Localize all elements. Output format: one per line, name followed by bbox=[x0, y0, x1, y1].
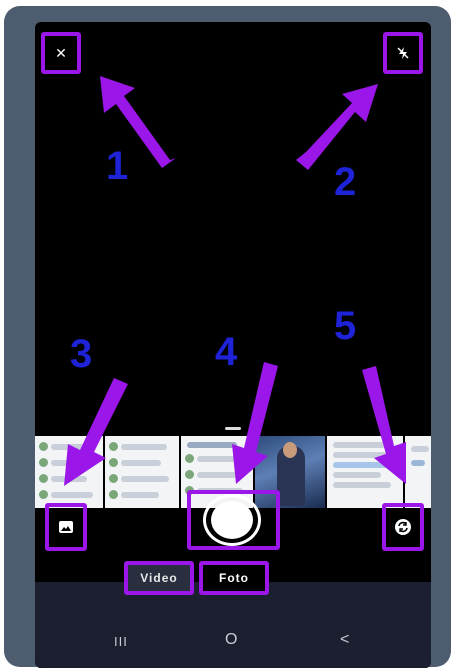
photo-thumbnail[interactable] bbox=[405, 436, 431, 508]
gallery-drag-handle[interactable] bbox=[225, 427, 241, 430]
switch-camera-icon[interactable] bbox=[386, 507, 420, 547]
recent-apps-button[interactable]: III bbox=[114, 634, 128, 649]
annotation-number-3: 3 bbox=[70, 332, 93, 376]
flash-off-icon[interactable] bbox=[387, 36, 419, 70]
close-icon[interactable]: ✕ bbox=[45, 36, 77, 70]
shutter-button[interactable] bbox=[193, 492, 275, 550]
photo-thumbnail[interactable] bbox=[35, 436, 103, 508]
video-mode-button[interactable]: Video bbox=[128, 565, 190, 591]
annotation-number-2: 2 bbox=[334, 160, 357, 204]
annotation-number-1: 1 bbox=[106, 144, 129, 188]
annotation-number-5: 5 bbox=[334, 304, 357, 348]
photo-mode-button[interactable]: Foto bbox=[203, 565, 265, 591]
back-button[interactable]: < bbox=[340, 631, 349, 649]
home-button[interactable]: O bbox=[225, 631, 237, 649]
annotation-number-4: 4 bbox=[215, 330, 238, 374]
photo-thumbnail[interactable] bbox=[105, 436, 179, 508]
photo-thumbnail[interactable] bbox=[327, 436, 403, 508]
gallery-icon[interactable] bbox=[49, 507, 83, 547]
